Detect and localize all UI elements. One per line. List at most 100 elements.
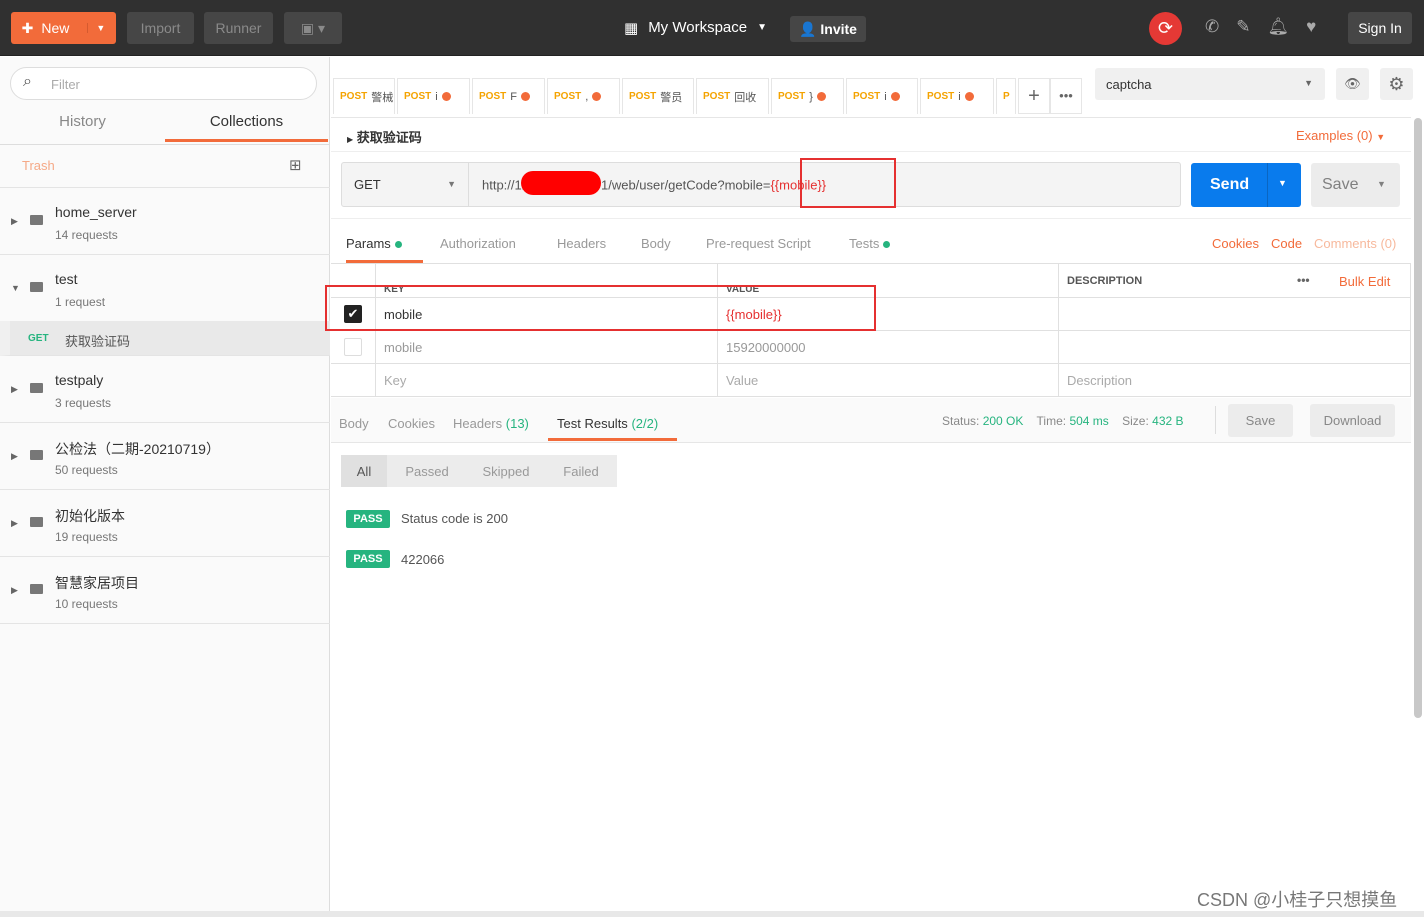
folder-icon	[30, 450, 43, 460]
tab-body[interactable]: Body	[641, 236, 671, 251]
eye-icon[interactable]: 👁︎	[1336, 68, 1369, 100]
new-description-input[interactable]: Description	[1059, 364, 1411, 397]
param-description-input[interactable]	[1059, 331, 1411, 364]
caret-right-icon: ▶	[347, 135, 354, 144]
download-button[interactable]: Download	[1310, 404, 1395, 437]
row-checkbox[interactable]	[344, 338, 362, 356]
new-button[interactable]: ✚ New ▼	[11, 12, 116, 44]
caret-right-icon[interactable]: ▶	[11, 216, 18, 227]
chevron-down-icon[interactable]: ▼	[1377, 179, 1386, 189]
caret-right-icon[interactable]: ▶	[11, 585, 18, 596]
grid-icon: ▦	[624, 20, 639, 37]
tab-history[interactable]: History	[0, 113, 165, 130]
request-tab[interactable]: POST i	[920, 78, 994, 114]
caret-down-icon[interactable]: ▼	[11, 283, 20, 293]
collection-item[interactable]: ▶ testpaly 3 requests	[0, 356, 330, 423]
code-link[interactable]: Code	[1271, 236, 1302, 251]
invite-button[interactable]: 👤 Invite	[790, 16, 866, 42]
param-description-input[interactable]	[1059, 298, 1411, 331]
tab-headers[interactable]: Headers	[557, 236, 606, 251]
runner-button[interactable]: Runner	[204, 12, 273, 44]
tab-authorization[interactable]: Authorization	[440, 236, 516, 251]
filter-skipped[interactable]: Skipped	[467, 455, 545, 487]
chevron-down-icon[interactable]: ▼	[1278, 178, 1287, 188]
collection-item[interactable]: ▶ home_server 14 requests	[0, 188, 330, 255]
request-tab[interactable]: POST i	[397, 78, 470, 114]
caret-right-icon[interactable]: ▶	[11, 518, 18, 529]
environment-select[interactable]: captcha ▼	[1095, 68, 1325, 100]
import-button[interactable]: Import	[127, 12, 194, 44]
filter-passed[interactable]: Passed	[387, 455, 467, 487]
send-button[interactable]: Send ▼	[1191, 163, 1301, 207]
more-icon[interactable]: •••	[1297, 273, 1310, 287]
tab-params[interactable]: Params	[346, 236, 423, 263]
request-tab[interactable]: POST 警械	[333, 78, 395, 114]
trash-link[interactable]: Trash	[22, 158, 55, 173]
collection-item[interactable]: ▶ 智慧家居项目 10 requests	[0, 557, 330, 624]
new-tab-button[interactable]: +	[1018, 78, 1050, 114]
sync-icon[interactable]: ⟳	[1149, 12, 1182, 45]
chevron-down-icon[interactable]: ▼	[87, 23, 105, 33]
request-tab[interactable]: POST i	[846, 78, 918, 114]
examples-link[interactable]: Examples (0) ▼	[1296, 128, 1385, 143]
tab-title: 警员	[660, 91, 683, 104]
satellite-icon[interactable]: ✆	[1205, 17, 1236, 36]
tab-label: Tests	[849, 236, 880, 251]
new-label: New	[41, 20, 70, 36]
folder-icon	[30, 584, 43, 594]
request-tab[interactable]: POST F	[472, 78, 545, 114]
tab-response-cookies[interactable]: Cookies	[388, 416, 435, 431]
request-item[interactable]: GET 获取验证码	[0, 321, 330, 356]
response-save-button[interactable]: Save	[1228, 404, 1293, 437]
caret-right-icon[interactable]: ▶	[11, 384, 18, 395]
filter-failed[interactable]: Failed	[545, 455, 617, 487]
request-tab[interactable]: POST}	[771, 78, 844, 114]
sign-in-button[interactable]: Sign In	[1348, 12, 1412, 44]
collection-name: testpaly	[55, 372, 104, 388]
caret-right-icon[interactable]: ▶	[11, 451, 18, 462]
tab-pre-request-script[interactable]: Pre-request Script	[706, 236, 811, 251]
method-label: POST	[629, 91, 657, 102]
request-tab[interactable]: POST,	[547, 78, 620, 114]
tab-response-headers[interactable]: Headers (13)	[453, 416, 529, 431]
tab-collections[interactable]: Collections	[165, 113, 328, 142]
new-value-input[interactable]: Value	[718, 364, 1059, 397]
filter-all[interactable]: All	[341, 455, 387, 487]
bell-icon[interactable]: 🔔︎	[1268, 17, 1307, 36]
collection-item[interactable]: ▼ test 1 request	[0, 255, 330, 322]
request-title[interactable]: ▶ 获取验证码	[347, 127, 422, 146]
comments-link[interactable]: Comments (0)	[1314, 236, 1396, 251]
collection-item[interactable]: ▶ 公检法（二期-20210719） 50 requests	[0, 423, 330, 490]
param-value-input[interactable]: 15920000000	[718, 331, 1059, 364]
size-value: 432 B	[1152, 414, 1184, 428]
new-collection-icon[interactable]: ⊞	[289, 156, 302, 174]
cookies-link[interactable]: Cookies	[1212, 236, 1259, 251]
url-input[interactable]: http://12 1/web/user/getCode?mobile={{mob…	[482, 171, 826, 195]
param-key-input[interactable]: mobile	[376, 331, 718, 364]
heart-icon[interactable]: ♥	[1306, 17, 1333, 36]
filter-input[interactable]: ⌕ Filter	[10, 67, 317, 100]
headers-count: (13)	[505, 416, 529, 431]
watermark: CSDN @小桂子只想摸鱼	[1197, 890, 1398, 910]
unsaved-dot-icon	[890, 92, 900, 101]
request-tab[interactable]: POST 回收	[696, 78, 769, 114]
collection-name: 初始化版本	[55, 508, 125, 524]
save-button[interactable]: Save ▼	[1311, 163, 1400, 207]
gear-icon[interactable]: ⚙	[1380, 68, 1413, 100]
tab-response-body[interactable]: Body	[339, 416, 369, 431]
method-select[interactable]: GET ▼	[342, 163, 469, 206]
more-tabs-button[interactable]: •••	[1050, 78, 1082, 114]
wrench-icon[interactable]: ✎	[1236, 17, 1267, 36]
workspace-label: My Workspace	[648, 19, 748, 36]
workspace-selector[interactable]: ▦ My Workspace ▼	[624, 19, 767, 37]
new-window-button[interactable]: ▣ ▾	[284, 12, 342, 44]
collection-item[interactable]: ▶ 初始化版本 19 requests	[0, 490, 330, 557]
toolbar-icons[interactable]: ✆✎🔔︎♥	[1205, 17, 1333, 37]
new-key-input[interactable]: Key	[376, 364, 718, 397]
bulk-edit-link[interactable]: Bulk Edit	[1339, 274, 1390, 289]
request-tab[interactable]: P	[996, 78, 1016, 114]
tab-test-results[interactable]: Test Results (2/2)	[548, 416, 677, 441]
scrollbar[interactable]	[1414, 118, 1422, 718]
tab-tests[interactable]: Tests	[849, 236, 891, 251]
request-tab[interactable]: POST 警员	[622, 78, 694, 114]
